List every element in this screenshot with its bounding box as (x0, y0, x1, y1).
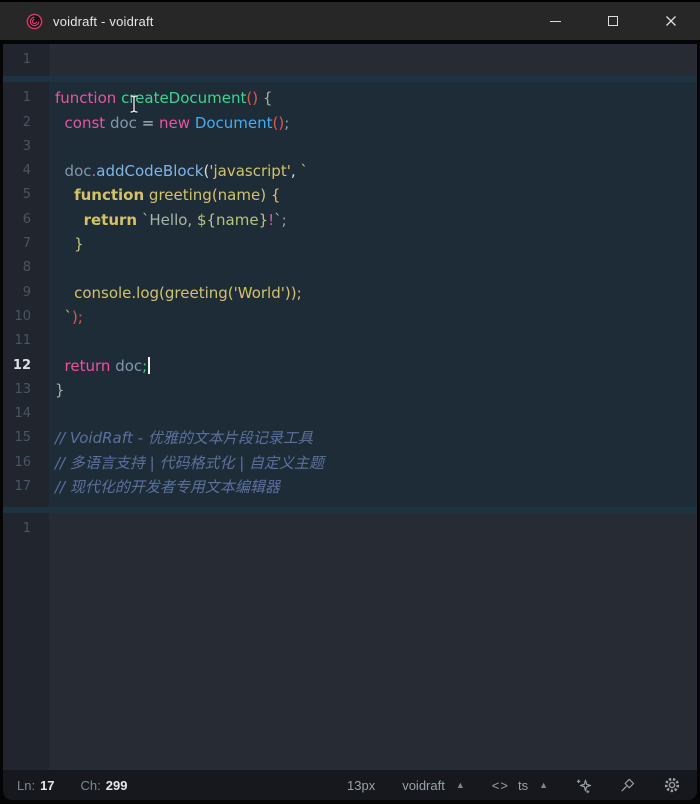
line-content: console.log(greeting('World')); (49, 281, 697, 305)
line-content: `); (49, 305, 697, 329)
settings-button[interactable] (663, 776, 681, 794)
editor-block-empty-top[interactable]: 1 (3, 44, 697, 76)
line-number: 16 (3, 451, 49, 475)
line-content: const doc = new Document(); (49, 111, 697, 135)
line-content: // 多语言支持 | 代码格式化 | 自定义主题 (49, 451, 697, 475)
window-controls (526, 2, 700, 40)
code-line[interactable]: 14 (3, 402, 697, 426)
maximize-icon (608, 16, 618, 26)
font-size-selector[interactable]: 13px (347, 778, 375, 793)
title-bar: voidraft - voidraft (0, 0, 700, 40)
code-line[interactable]: 16// 多语言支持 | 代码格式化 | 自定义主题 (3, 451, 697, 475)
line-content: } (49, 232, 697, 256)
line-content (49, 135, 697, 159)
app-window: voidraft - voidraft 1 1function createDo… (0, 0, 700, 804)
main-area: 1 1function createDocument() {2 const do… (3, 44, 697, 800)
line-number: 11 (3, 329, 49, 353)
code-brackets-icon: <> (492, 778, 509, 793)
format-button[interactable] (575, 777, 592, 794)
code-line[interactable]: 9 console.log(greeting('World')); (3, 281, 697, 305)
line-number: 1 (3, 517, 49, 541)
status-right: 13px voidraft ▲ <> ts ▲ (347, 776, 681, 794)
line-content: return `Hello, ${name}!`; (49, 208, 697, 232)
code-line[interactable]: 7 } (3, 232, 697, 256)
code-line[interactable]: 8 (3, 256, 697, 280)
line-content (49, 402, 697, 426)
line-content (49, 48, 697, 72)
editor-block-empty-bottom[interactable]: 1 (3, 513, 697, 770)
language-selector[interactable]: <> ts ▲ (492, 778, 548, 793)
close-button[interactable] (642, 2, 700, 40)
line-content: doc.addCodeBlock('javascript', ` (49, 159, 697, 183)
char-position-indicator: Ch: 299 (81, 778, 128, 793)
line-content: // 现代化的开发者专用文本编辑器 (49, 475, 697, 499)
code-line[interactable]: 2 const doc = new Document(); (3, 111, 697, 135)
line-number: 2 (3, 111, 49, 135)
line-number: 4 (3, 159, 49, 183)
line-number: 5 (3, 183, 49, 207)
line-content: } (49, 378, 697, 402)
sparkles-icon (575, 777, 592, 794)
code-line[interactable]: 1function createDocument() { (3, 86, 697, 110)
minimize-button[interactable] (526, 2, 584, 40)
code-line[interactable]: 4 doc.addCodeBlock('javascript', ` (3, 159, 697, 183)
code-line[interactable]: 10 `); (3, 305, 697, 329)
line-number: 8 (3, 256, 49, 280)
line-number: 1 (3, 86, 49, 110)
line-content: return doc; (49, 354, 697, 378)
code-line[interactable]: 3 (3, 135, 697, 159)
line-content (49, 329, 697, 353)
status-left: Ln: 17 Ch: 299 (17, 778, 127, 793)
code-line[interactable]: 17// 现代化的开发者专用文本编辑器 (3, 475, 697, 499)
line-content: function createDocument() { (49, 86, 697, 110)
code-line[interactable]: 15// VoidRaft - 优雅的文本片段记录工具 (3, 426, 697, 450)
app-logo-icon (26, 13, 43, 30)
line-number: 9 (3, 281, 49, 305)
maximize-button[interactable] (584, 2, 642, 40)
minimize-icon (550, 21, 561, 22)
code-line[interactable]: 5 function greeting(name) { (3, 183, 697, 207)
pin-button[interactable] (619, 777, 636, 794)
line-number: 1 (3, 48, 49, 72)
code-line[interactable]: 13} (3, 378, 697, 402)
line-number: 12 (3, 354, 49, 378)
line-number: 6 (3, 208, 49, 232)
line-content: // VoidRaft - 优雅的文本片段记录工具 (49, 426, 697, 450)
line-number: 15 (3, 426, 49, 450)
pin-icon (619, 777, 636, 794)
chevron-up-icon: ▲ (456, 780, 465, 790)
status-bar: Ln: 17 Ch: 299 13px voidraft ▲ <> (3, 770, 697, 800)
line-number: 7 (3, 232, 49, 256)
chevron-up-icon: ▲ (539, 780, 548, 790)
line-number: 10 (3, 305, 49, 329)
line-number: 14 (3, 402, 49, 426)
close-icon (665, 15, 677, 27)
code-line[interactable]: 12 return doc; (3, 354, 697, 378)
empty-line[interactable]: 1 (3, 48, 697, 72)
line-number: 3 (3, 135, 49, 159)
document-selector[interactable]: voidraft ▲ (402, 778, 465, 793)
text-caret (148, 357, 150, 374)
code-block[interactable]: 1function createDocument() {2 const doc … (3, 82, 697, 507)
line-content (49, 517, 697, 541)
line-content (49, 256, 697, 280)
line-position-indicator: Ln: 17 (17, 778, 55, 793)
code-editor[interactable]: 1 1function createDocument() {2 const do… (3, 44, 697, 770)
window-title: voidraft - voidraft (53, 14, 154, 29)
code-line[interactable]: 6 return `Hello, ${name}!`; (3, 208, 697, 232)
line-number: 13 (3, 378, 49, 402)
code-line[interactable]: 11 (3, 329, 697, 353)
empty-line[interactable]: 1 (3, 517, 697, 541)
line-content: function greeting(name) { (49, 183, 697, 207)
line-number: 17 (3, 475, 49, 499)
gear-icon (663, 776, 681, 794)
